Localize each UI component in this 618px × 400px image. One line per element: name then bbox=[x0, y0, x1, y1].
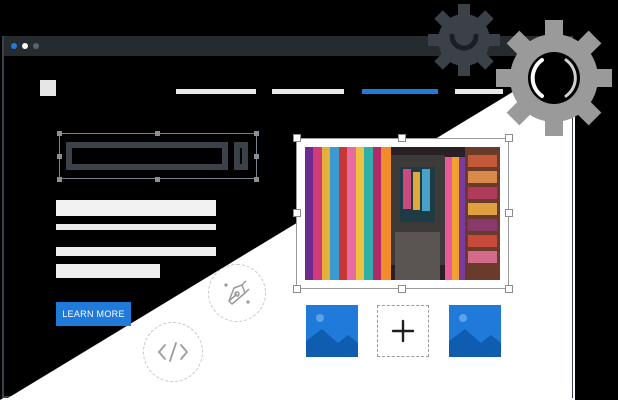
paragraph-placeholder bbox=[56, 224, 216, 230]
nav-item-2[interactable] bbox=[272, 89, 344, 94]
heading-text-frame[interactable] bbox=[59, 133, 257, 179]
resize-handle[interactable] bbox=[57, 154, 62, 159]
add-image-button[interactable] bbox=[377, 305, 429, 357]
image-resize-handle[interactable] bbox=[505, 285, 513, 293]
resize-handle[interactable] bbox=[57, 131, 62, 136]
resize-handle[interactable] bbox=[254, 177, 259, 182]
nav-item-1[interactable] bbox=[176, 89, 256, 94]
resize-handle[interactable] bbox=[254, 131, 259, 136]
pen-tool-icon bbox=[224, 280, 250, 305]
market-stall-photo bbox=[305, 147, 500, 280]
image-resize-handle[interactable] bbox=[293, 209, 301, 217]
image-placeholder-icon bbox=[449, 314, 501, 357]
resize-handle[interactable] bbox=[57, 177, 62, 182]
illustration-stage: LEARN MORE bbox=[0, 0, 618, 400]
image-resize-handle[interactable] bbox=[505, 209, 513, 217]
image-placeholder-icon bbox=[306, 314, 358, 357]
paragraph-placeholder bbox=[56, 200, 216, 216]
learn-more-button[interactable]: LEARN MORE bbox=[56, 302, 131, 326]
image-frame[interactable] bbox=[296, 138, 509, 289]
image-resize-handle[interactable] bbox=[398, 134, 406, 142]
image-resize-handle[interactable] bbox=[293, 134, 301, 142]
code-editor-button[interactable] bbox=[143, 322, 203, 382]
paragraph-placeholder bbox=[56, 247, 216, 256]
code-brackets-icon bbox=[158, 342, 188, 362]
gear-icon bbox=[496, 20, 612, 136]
heading-cursor-placeholder bbox=[234, 142, 248, 170]
resize-handle[interactable] bbox=[155, 131, 160, 136]
image-resize-handle[interactable] bbox=[293, 285, 301, 293]
heading-placeholder bbox=[66, 142, 228, 170]
nav-item-active[interactable] bbox=[362, 89, 438, 94]
pen-tool-button[interactable] bbox=[208, 264, 266, 322]
image-thumbnail[interactable] bbox=[306, 305, 358, 357]
image-resize-handle[interactable] bbox=[398, 285, 406, 293]
plus-icon bbox=[391, 319, 415, 343]
resize-handle[interactable] bbox=[254, 154, 259, 159]
paragraph-placeholder bbox=[56, 264, 160, 278]
site-logo[interactable] bbox=[40, 80, 56, 96]
image-thumbnail[interactable] bbox=[449, 305, 501, 357]
resize-handle[interactable] bbox=[155, 177, 160, 182]
